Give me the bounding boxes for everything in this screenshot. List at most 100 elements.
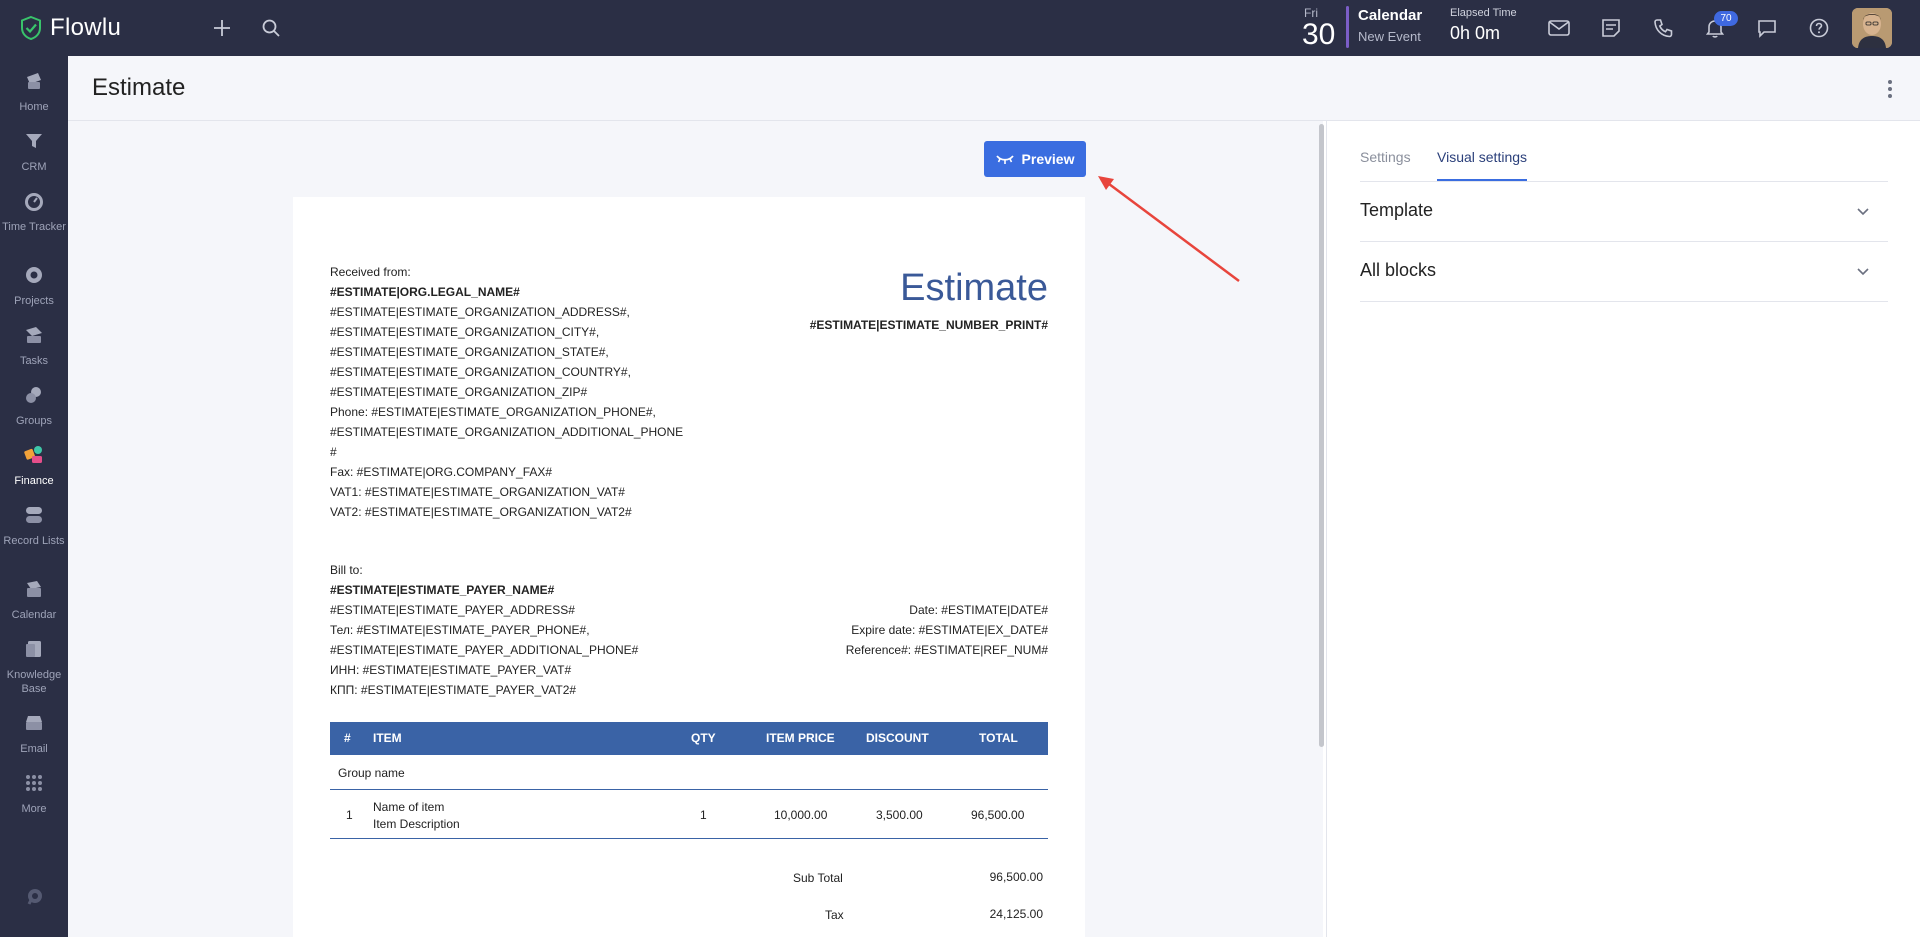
item-description: Item Description	[373, 817, 460, 831]
app-name: Flowlu	[50, 14, 122, 41]
sidebar-item-home[interactable]: Home	[0, 70, 68, 114]
org-line: #ESTIMATE|ESTIMATE_ORGANIZATION_ADDRESS#…	[330, 305, 630, 319]
payer-line: #ESTIMATE|ESTIMATE_PAYER_ADDRESS#	[330, 603, 575, 617]
preview-button[interactable]: Preview	[984, 141, 1086, 177]
today-date[interactable]: Fri 30	[1300, 4, 1340, 52]
preview-button-label: Preview	[1021, 151, 1075, 167]
home-icon	[27, 73, 41, 89]
elapsed-time-widget[interactable]: Elapsed Time 0h 0m	[1450, 7, 1517, 44]
sidebar-item-email[interactable]: Email	[0, 712, 68, 756]
column-header: #	[344, 731, 351, 745]
bill-to-label: Bill to:	[330, 563, 363, 577]
sidebar-item-more[interactable]: More	[0, 772, 68, 816]
sidebar-item-record-lists[interactable]: Record Lists	[0, 504, 68, 548]
chevron-down-icon	[1857, 208, 1869, 216]
org-line: #ESTIMATE|ESTIMATE_ORGANIZATION_STATE#,	[330, 345, 609, 359]
expire-date-line: Expire date: #ESTIMATE|EX_DATE#	[851, 623, 1048, 637]
sidebar-item-knowledge-base[interactable]: Knowledge Base	[0, 638, 68, 696]
sidebar-item-time-tracker[interactable]: Time Tracker	[0, 190, 68, 234]
search-icon[interactable]	[257, 14, 285, 42]
payer-line: Тел: #ESTIMATE|ESTIMATE_PAYER_PHONE#,	[330, 623, 590, 637]
org-legal-name: #ESTIMATE|ORG.LEGAL_NAME#	[330, 285, 520, 299]
column-header: TOTAL	[979, 731, 1018, 745]
org-line: #ESTIMATE|ESTIMATE_ORGANIZATION_ZIP#	[330, 385, 588, 399]
mail-icon[interactable]	[1545, 14, 1573, 42]
sidebar-item-label: Tasks	[19, 355, 49, 367]
user-avatar[interactable]	[1852, 8, 1892, 48]
payer-line: #ESTIMATE|ESTIMATE_PAYER_ADDITIONAL_PHON…	[330, 643, 639, 657]
subtotal-value: 96,500.00	[989, 870, 1043, 884]
row-number: 1	[346, 808, 353, 822]
section-template[interactable]: Template	[1360, 182, 1888, 242]
canvas-scrollbar[interactable]	[1319, 124, 1324, 747]
document-title: Estimate	[900, 267, 1048, 309]
help-icon[interactable]	[1805, 14, 1833, 42]
sidebar-footer-logo[interactable]	[0, 886, 68, 913]
tab-settings[interactable]: Settings	[1360, 149, 1411, 179]
tax-value: 24,125.00	[989, 907, 1043, 921]
sidebar-item-label: Record Lists	[3, 535, 65, 547]
org-line: #	[330, 445, 337, 459]
section-title: Template	[1360, 200, 1434, 220]
org-line: #ESTIMATE|ESTIMATE_ORGANIZATION_CITY#,	[330, 325, 600, 339]
date-number: 30	[1302, 18, 1336, 51]
calendar-widget[interactable]: Calendar New Event	[1358, 7, 1422, 44]
notes-icon[interactable]	[1597, 14, 1625, 42]
date-line: Date: #ESTIMATE|DATE#	[909, 603, 1048, 617]
section-title: All blocks	[1360, 260, 1437, 280]
sidebar-item-label: Finance	[14, 475, 54, 487]
sidebar-item-finance[interactable]: Finance	[0, 444, 68, 488]
item-total: 96,500.00	[971, 808, 1025, 822]
sidebar-item-label: Groups	[15, 415, 53, 427]
reference-line: Reference#: #ESTIMATE|REF_NUM#	[845, 643, 1048, 657]
sidebar-item-label: Time Tracker	[2, 221, 66, 233]
tab-visual-settings[interactable]: Visual settings	[1437, 149, 1528, 181]
received-from-label: Received from:	[330, 265, 411, 279]
calendar-title: Calendar	[1358, 7, 1423, 24]
items-table-header: # ITEM QTY ITEM PRICE DISCOUNT TOTAL	[330, 722, 1048, 755]
column-header: ITEM PRICE	[766, 731, 835, 745]
new-event-link[interactable]: New Event	[1358, 29, 1422, 44]
sidebar-item-crm[interactable]: CRM	[0, 130, 68, 174]
chat-icon[interactable]	[1753, 14, 1781, 42]
org-line: VAT2: #ESTIMATE|ESTIMATE_ORGANIZATION_VA…	[330, 505, 632, 519]
phone-icon[interactable]	[1649, 14, 1677, 42]
annotation-arrow	[1098, 176, 1240, 283]
item-name: Name of item	[373, 800, 445, 814]
sidebar-item-label: Home	[19, 101, 49, 113]
more-icon	[26, 775, 42, 791]
eye-closed-icon	[995, 155, 1014, 164]
sidebar-item-label: Knowledge Base	[6, 669, 62, 695]
record-lists-icon	[26, 507, 42, 523]
groups-icon	[26, 387, 41, 403]
estimate-meta-block: Date: #ESTIMATE|DATE# Expire date: #ESTI…	[846, 600, 1048, 660]
add-icon[interactable]	[208, 14, 236, 42]
knowledge-base-icon	[26, 641, 41, 657]
column-header: ITEM	[373, 731, 402, 745]
column-header: DISCOUNT	[866, 731, 929, 745]
item-qty: 1	[700, 808, 707, 822]
finance-icon	[24, 446, 42, 463]
more-options-icon[interactable]	[1884, 78, 1896, 100]
sidebar-item-calendar[interactable]: Calendar	[0, 578, 68, 622]
received-from-block: Received from: #ESTIMATE|ORG.LEGAL_NAME#…	[330, 262, 683, 522]
estimate-document: Received from: #ESTIMATE|ORG.LEGAL_NAME#…	[293, 197, 1085, 937]
page-header: Estimate	[68, 56, 1920, 121]
sidebar-item-label: CRM	[21, 161, 47, 173]
item-discount: 3,500.00	[876, 808, 923, 822]
sidebar-item-label: More	[21, 803, 47, 815]
app-logo[interactable]: Flowlu	[18, 14, 121, 42]
group-name: Group name	[338, 766, 405, 780]
sidebar-item-projects[interactable]: Projects	[0, 264, 68, 308]
org-line: Phone: #ESTIMATE|ESTIMATE_ORGANIZATION_P…	[330, 405, 656, 419]
tasks-icon	[26, 327, 42, 343]
sidebar-item-groups[interactable]: Groups	[0, 384, 68, 428]
org-line: Fax: #ESTIMATE|ORG.COMPANY_FAX#	[330, 465, 553, 479]
tax-label: Tax	[825, 908, 844, 922]
sidebar-item-tasks[interactable]: Tasks	[0, 324, 68, 368]
org-line: VAT1: #ESTIMATE|ESTIMATE_ORGANIZATION_VA…	[330, 485, 625, 499]
section-all-blocks[interactable]: All blocks	[1360, 242, 1888, 302]
page-title: Estimate	[92, 74, 186, 101]
calendar-icon	[27, 581, 41, 597]
notifications-badge: 70	[1714, 11, 1738, 26]
